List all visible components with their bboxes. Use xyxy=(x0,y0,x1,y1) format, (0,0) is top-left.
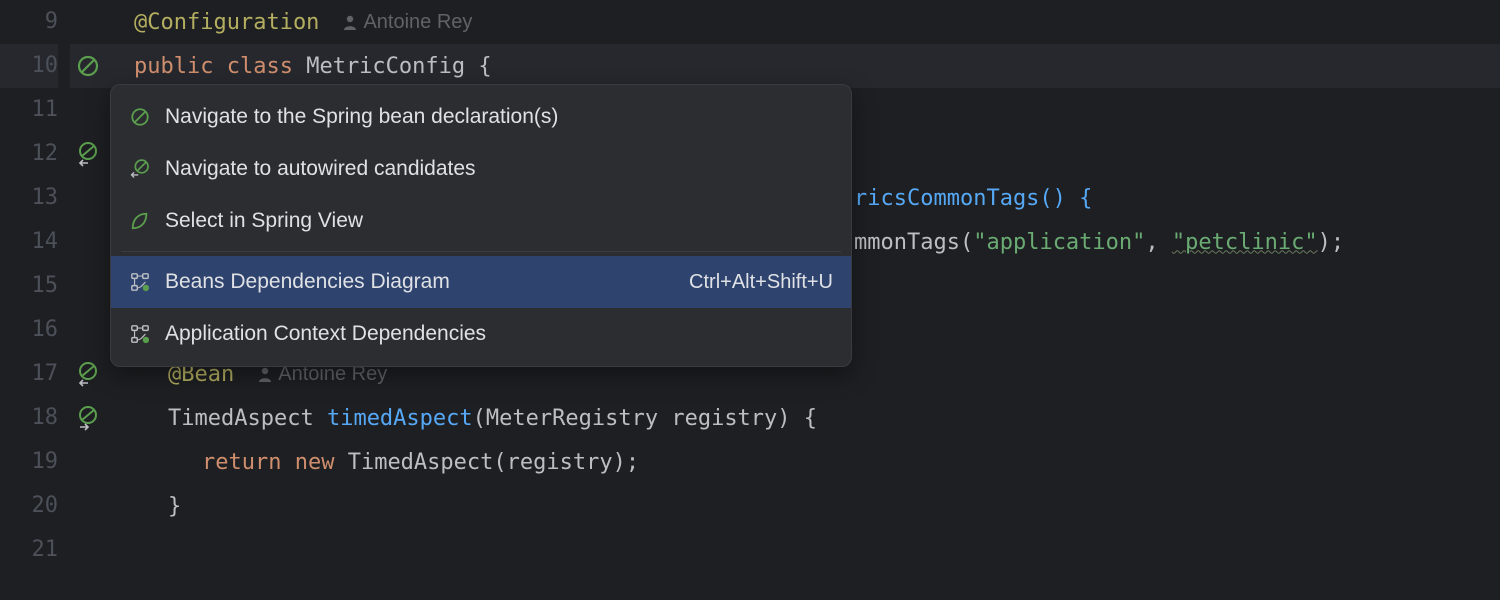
popup-item-label: Beans Dependencies Diagram xyxy=(165,270,675,294)
spring-autowire-marker-icon[interactable] xyxy=(70,352,106,396)
line-number: 21 xyxy=(0,528,58,572)
keyword: return xyxy=(202,450,295,475)
line-number-gutter: 9 10 11 12 13 14 15 16 17 18 19 20 21 xyxy=(0,0,70,600)
popup-item-spring-view[interactable]: Select in Spring View xyxy=(111,195,851,247)
brace: { xyxy=(478,54,491,79)
method-fragment: ricsCommonTags() { xyxy=(854,186,1092,211)
call: TimedAspect(registry); xyxy=(348,450,639,475)
call-fragment: mmonTags( xyxy=(854,230,973,255)
popup-item-context-dependencies[interactable]: Application Context Dependencies xyxy=(111,308,851,360)
author-inlay[interactable]: Antoine Rey xyxy=(343,11,472,34)
diagram-icon xyxy=(129,323,151,345)
type: TimedAspect xyxy=(168,406,327,431)
popup-item-label: Navigate to autowired candidates xyxy=(165,157,833,181)
popup-separator xyxy=(121,251,841,252)
spring-autowire-marker-icon[interactable] xyxy=(70,132,106,176)
gutter-actions-popup: Navigate to the Spring bean declaration(… xyxy=(110,84,852,367)
method-name: timedAspect xyxy=(327,406,473,431)
keyword: new xyxy=(295,450,348,475)
line-number: 13 xyxy=(0,176,58,220)
line-number: 20 xyxy=(0,484,58,528)
comma: , xyxy=(1145,230,1172,255)
keyword: public xyxy=(134,54,227,79)
line-number: 16 xyxy=(0,308,58,352)
person-icon xyxy=(258,366,272,382)
line-number: 15 xyxy=(0,264,58,308)
line-number: 11 xyxy=(0,88,58,132)
author-name: Antoine Rey xyxy=(363,11,472,34)
line-number: 19 xyxy=(0,440,58,484)
string: "petclinic" xyxy=(1172,230,1318,255)
spring-impl-marker-icon[interactable] xyxy=(70,396,106,440)
line-number: 18 xyxy=(0,396,58,440)
annotation: @Configuration xyxy=(134,10,319,35)
popup-item-label: Application Context Dependencies xyxy=(165,322,833,346)
line-number: 10 xyxy=(0,44,58,88)
popup-item-label: Navigate to the Spring bean declaration(… xyxy=(165,105,833,129)
line-number: 17 xyxy=(0,352,58,396)
keyword: class xyxy=(227,54,306,79)
popup-item-label: Select in Spring View xyxy=(165,209,833,233)
punct: ); xyxy=(1318,230,1345,255)
gutter-marker-column xyxy=(70,0,106,600)
string: "application" xyxy=(973,230,1145,255)
popup-item-beans-diagram[interactable]: Beans Dependencies Diagram Ctrl+Alt+Shif… xyxy=(111,256,851,308)
class-name: MetricConfig xyxy=(306,54,478,79)
spring-bean-marker-icon[interactable] xyxy=(70,44,106,88)
popup-item-navigate-autowire[interactable]: Navigate to autowired candidates xyxy=(111,143,851,195)
person-icon xyxy=(343,14,357,30)
spring-bean-icon xyxy=(129,106,151,128)
diagram-icon xyxy=(129,271,151,293)
line-number: 12 xyxy=(0,132,58,176)
line-number: 9 xyxy=(0,0,58,44)
brace: } xyxy=(168,494,181,519)
spring-leaf-icon xyxy=(129,210,151,232)
line-number: 14 xyxy=(0,220,58,264)
popup-item-navigate-bean[interactable]: Navigate to the Spring bean declaration(… xyxy=(111,91,851,143)
popup-item-shortcut: Ctrl+Alt+Shift+U xyxy=(689,271,833,294)
signature: (MeterRegistry registry) { xyxy=(473,406,817,431)
spring-autowire-icon xyxy=(129,158,151,180)
